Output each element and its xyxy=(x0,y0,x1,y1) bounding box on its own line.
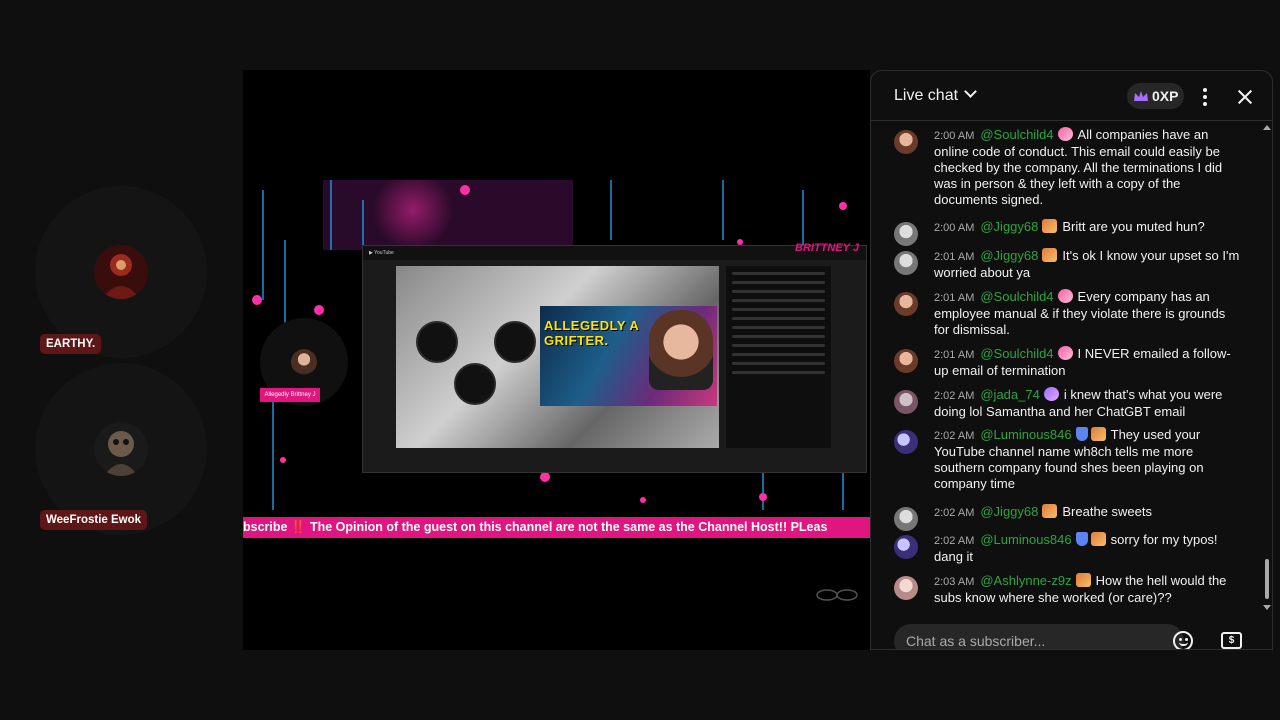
message-author[interactable]: @Soulchild4 xyxy=(980,346,1053,361)
shared-screen-video: ALLEGEDLY A GRIFTER. xyxy=(396,266,719,448)
avatar xyxy=(894,576,918,600)
message-time: 2:01 AM xyxy=(934,292,975,304)
participant-avatar xyxy=(94,245,148,299)
member-badge-icon xyxy=(1090,532,1106,546)
live-chat-panel: Live chat 0XP 2:00 AM @Soulchild4 All comp… xyxy=(870,70,1273,650)
message-time: 2:00 AM xyxy=(934,222,975,234)
shared-screen: ▶ YouTube ALLEGEDLY A GRIFTER. xyxy=(362,245,867,473)
participant-name: WeeFrostie Ewok xyxy=(40,510,148,530)
message-time: 2:00 AM xyxy=(934,130,975,142)
crown-icon xyxy=(1134,91,1148,101)
member-badge-icon xyxy=(1043,387,1059,401)
message-author[interactable]: @Luminous846 xyxy=(980,427,1071,442)
xp-value: 0XP xyxy=(1152,88,1179,104)
moderator-shield-icon xyxy=(1075,427,1088,441)
avatar xyxy=(894,430,918,454)
message-author[interactable]: @Luminous846 xyxy=(980,532,1071,547)
message-author[interactable]: @Jiggy68 xyxy=(980,248,1038,263)
avatar xyxy=(894,507,918,531)
member-badge-icon xyxy=(1057,289,1073,303)
message-author[interactable]: @jada_74 xyxy=(980,387,1039,402)
message-author[interactable]: @Soulchild4 xyxy=(980,289,1053,304)
more-options-icon[interactable] xyxy=(1193,85,1217,109)
chat-title: Live chat xyxy=(894,87,959,104)
message-time: 2:02 AM xyxy=(934,390,975,402)
avatar xyxy=(894,535,918,559)
shared-screen-chat xyxy=(726,266,831,448)
xp-badge[interactable]: 0XP xyxy=(1127,83,1185,109)
avatar xyxy=(894,349,918,373)
participants-rail: EARTHY. WeeFrostie Ewok xyxy=(0,0,243,720)
message-text: All companies have an online code of con… xyxy=(934,127,1223,207)
avatar xyxy=(894,390,918,414)
avatar xyxy=(894,222,918,246)
chevron-down-icon xyxy=(964,85,977,98)
shared-screen-toolbar: ▶ YouTube xyxy=(363,246,866,260)
message-text: Breathe sweets xyxy=(1062,504,1152,519)
chat-header: Live chat 0XP xyxy=(871,71,1272,121)
scroll-up-icon[interactable] xyxy=(1263,125,1271,130)
member-badge-icon xyxy=(1042,248,1058,262)
ticker-banner: bscribe ‼️ The Opinion of the guest on t… xyxy=(243,517,870,538)
thumbnail-title: ALLEGEDLY A GRIFTER. xyxy=(544,318,639,348)
member-badge-icon xyxy=(1057,346,1073,360)
member-badge-icon xyxy=(1057,127,1073,141)
moderator-shield-icon xyxy=(1075,532,1088,546)
message-time: 2:01 AM xyxy=(934,349,975,361)
stream-stage[interactable]: ▶ YouTube ALLEGEDLY A GRIFTER. Allegedly… xyxy=(243,70,870,650)
avatar xyxy=(894,292,918,316)
avatar xyxy=(894,130,918,154)
host-face xyxy=(291,349,317,375)
message-time: 2:02 AM xyxy=(934,507,975,519)
participant-tile-earthy[interactable] xyxy=(35,186,207,358)
member-badge-icon xyxy=(1042,504,1058,518)
message-author[interactable]: @Ashlynne-z9z xyxy=(980,573,1071,588)
close-icon[interactable] xyxy=(1233,85,1257,109)
avatar xyxy=(894,251,918,275)
message-time: 2:02 AM xyxy=(934,430,975,442)
message-author[interactable]: @Jiggy68 xyxy=(980,219,1038,234)
message-author[interactable]: @Soulchild4 xyxy=(980,127,1053,142)
member-badge-icon xyxy=(1042,219,1058,233)
member-badge-icon xyxy=(1075,573,1091,587)
message-text: i knew that's what you were doing lol Sa… xyxy=(934,387,1223,419)
thumbnail-face xyxy=(649,310,713,390)
scroll-thumb[interactable] xyxy=(1265,559,1269,599)
thumbnail-graphic: ALLEGEDLY A GRIFTER. xyxy=(540,306,717,406)
message-author[interactable]: @Jiggy68 xyxy=(980,504,1038,519)
message-text: I NEVER emailed a follow-up email of ter… xyxy=(934,346,1231,378)
chat-mode-dropdown[interactable]: Live chat xyxy=(894,85,977,105)
watermark-icon xyxy=(816,589,858,601)
brand-logo: BRITTNEY J xyxy=(795,242,859,254)
chat-messages: 2:00 AM @Soulchild4 All companies have an … xyxy=(871,121,1261,611)
participant-avatar xyxy=(94,422,148,476)
message-text: Britt are you muted hun? xyxy=(1062,219,1205,234)
participant-name: EARTHY. xyxy=(40,334,102,354)
super-chat-icon[interactable]: $ xyxy=(1221,632,1242,649)
message-time: 2:02 AM xyxy=(934,535,975,547)
scroll-down-icon[interactable] xyxy=(1263,605,1271,610)
message-text: Every company has an employee manual & i… xyxy=(934,289,1226,337)
host-camera-label: Allegedly Brittney J xyxy=(260,388,320,402)
chat-scrollbar[interactable] xyxy=(1263,123,1271,613)
member-badge-icon xyxy=(1090,427,1106,441)
message-time: 2:01 AM xyxy=(934,251,975,263)
chat-input[interactable] xyxy=(894,624,1184,649)
message-time: 2:03 AM xyxy=(934,576,975,588)
emoji-icon[interactable] xyxy=(1173,631,1193,649)
